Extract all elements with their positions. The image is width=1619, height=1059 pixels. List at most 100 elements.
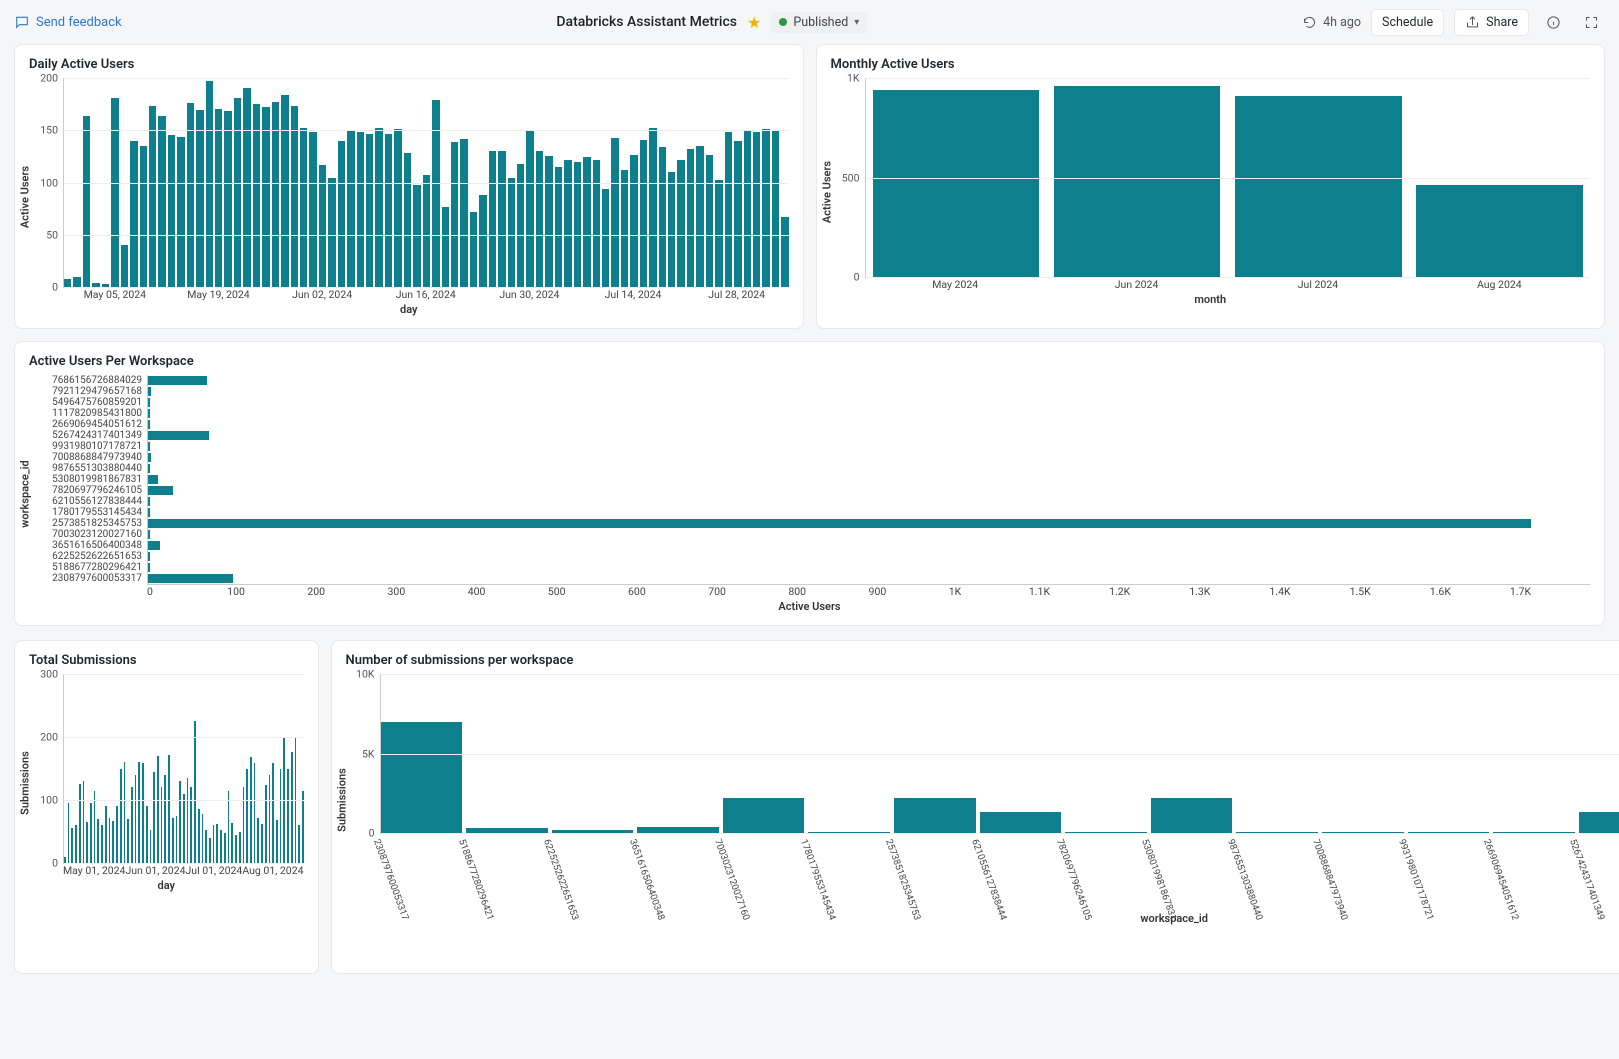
bar xyxy=(101,825,103,863)
status-dot-icon xyxy=(779,18,787,26)
bar xyxy=(602,189,609,287)
chart-submissions-per-workspace[interactable]: Submissions 05K10K 230879760005331751886… xyxy=(346,674,1619,925)
x-tick: 1K xyxy=(949,585,1029,598)
bar xyxy=(177,137,184,287)
y-tick: 300 xyxy=(28,668,58,681)
bar xyxy=(280,769,282,864)
bar xyxy=(83,116,90,287)
x-tick: 2669069454051612 xyxy=(1420,838,1521,944)
panel-monthly-active-users: Monthly Active Users Active Users 05001K… xyxy=(816,44,1606,329)
bar xyxy=(153,772,155,863)
x-tick: Jun 16, 2024 xyxy=(374,288,478,301)
bar xyxy=(97,819,99,863)
x-tick: 5267424317401349 xyxy=(1506,838,1607,944)
x-axis-label: day xyxy=(29,303,789,316)
bar xyxy=(272,763,274,863)
bar xyxy=(300,128,307,287)
x-tick: 2573851825345753 xyxy=(822,838,923,944)
bar xyxy=(94,791,96,863)
x-tick: 700 xyxy=(708,585,788,598)
bar xyxy=(235,835,237,863)
y-tick: 5496475760859201 xyxy=(52,397,142,408)
y-tick: 5267424317401349 xyxy=(52,430,142,441)
x-tick: 100 xyxy=(227,585,307,598)
bar xyxy=(265,785,267,863)
y-tick: 50 xyxy=(28,228,58,241)
bar xyxy=(555,167,562,287)
header-center: Databricks Assistant Metrics ★ Published… xyxy=(122,12,1302,33)
x-tick: May 01, 2024 xyxy=(63,864,125,877)
bar xyxy=(127,819,129,863)
bar xyxy=(649,128,656,287)
send-feedback-link[interactable]: Send feedback xyxy=(14,14,122,30)
chat-icon xyxy=(14,14,30,30)
bar xyxy=(423,175,430,287)
bar xyxy=(375,128,382,287)
chart-daily-active-users[interactable]: Active Users 050100150200 May 05, 2024Ma… xyxy=(29,78,789,316)
x-tick: 600 xyxy=(628,585,708,598)
y-axis-label: Submissions xyxy=(335,768,348,832)
bar xyxy=(105,806,107,863)
bar xyxy=(138,762,140,863)
bar xyxy=(135,775,137,863)
bar xyxy=(261,824,263,863)
bar xyxy=(706,155,713,287)
bar xyxy=(291,106,298,287)
y-tick: 2573851825345753 xyxy=(52,518,142,529)
header-right: 4h ago Schedule Share xyxy=(1302,8,1605,36)
status-dropdown[interactable]: Published ▾ xyxy=(771,12,867,33)
x-tick: 300 xyxy=(388,585,468,598)
bar xyxy=(640,140,647,287)
bar xyxy=(298,825,300,863)
bar xyxy=(73,277,80,287)
y-tick: 7003023120027160 xyxy=(52,529,142,540)
info-button[interactable] xyxy=(1539,8,1567,36)
bar xyxy=(146,806,148,863)
bar xyxy=(545,156,552,287)
bar xyxy=(111,98,118,287)
panel-title: Number of submissions per workspace xyxy=(346,653,1619,668)
bar xyxy=(723,798,805,833)
bar xyxy=(148,387,151,396)
bar xyxy=(213,825,215,863)
bar xyxy=(715,180,722,287)
bar xyxy=(148,431,209,440)
bar xyxy=(79,784,81,863)
bar xyxy=(725,132,732,287)
bar xyxy=(196,110,203,287)
fullscreen-button[interactable] xyxy=(1577,8,1605,36)
y-tick: 7008868847973940 xyxy=(52,452,142,463)
bar xyxy=(148,497,150,506)
bar xyxy=(231,823,233,863)
panel-title: Daily Active Users xyxy=(29,57,789,72)
bar xyxy=(148,574,233,583)
star-icon[interactable]: ★ xyxy=(747,13,761,32)
bar xyxy=(394,129,401,287)
y-tick: 100 xyxy=(28,176,58,189)
bar xyxy=(753,132,760,287)
y-tick: 5188677280296421 xyxy=(52,562,142,573)
refresh-status[interactable]: 4h ago xyxy=(1302,15,1361,30)
bar xyxy=(668,172,675,287)
x-tick: 2308797600053317 xyxy=(309,838,410,944)
bar xyxy=(161,787,163,863)
share-button[interactable]: Share xyxy=(1454,9,1529,36)
chart-monthly-active-users[interactable]: Active Users 05001K May 2024Jun 2024Jul … xyxy=(831,78,1591,306)
schedule-button[interactable]: Schedule xyxy=(1371,9,1444,36)
bar xyxy=(164,775,166,863)
x-tick: 400 xyxy=(468,585,548,598)
bar xyxy=(149,106,156,287)
bar xyxy=(583,157,590,287)
y-tick: 7820697796246105 xyxy=(52,485,142,496)
x-tick: Jul 01, 2024 xyxy=(186,864,243,877)
chart-total-submissions[interactable]: Submissions 0100200300 May 01, 2024Jun 0… xyxy=(29,674,304,892)
chevron-down-icon: ▾ xyxy=(854,17,859,28)
bar xyxy=(176,816,178,863)
x-tick: 9876551303880440 xyxy=(1164,838,1265,944)
chart-active-users-per-workspace[interactable]: workspace_id 768615672688402979211294796… xyxy=(29,375,1590,613)
schedule-button-label: Schedule xyxy=(1382,15,1433,30)
bar xyxy=(677,160,684,287)
bar xyxy=(131,787,133,863)
x-tick: Jul 14, 2024 xyxy=(581,288,685,301)
bar xyxy=(157,756,159,863)
